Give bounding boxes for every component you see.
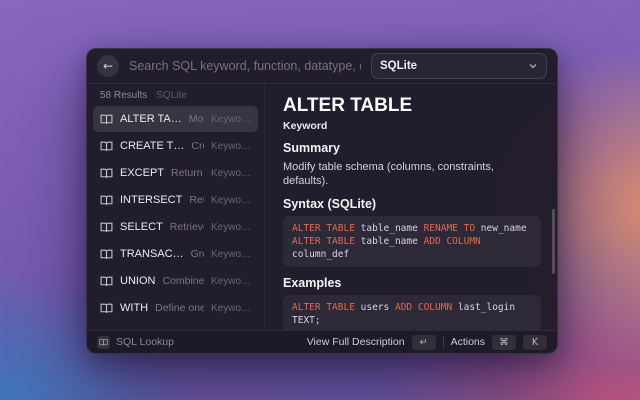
result-title: SELECT — [120, 221, 163, 233]
dialect-select[interactable]: SQLite — [371, 53, 547, 79]
result-title: CREATE T… — [120, 140, 184, 152]
result-title: TRANSAC… — [120, 248, 184, 260]
back-button[interactable]: ← — [97, 55, 119, 77]
result-title: EXCEPT — [120, 167, 164, 179]
list-item[interactable]: CREATE T… Create a… Keywo… — [93, 133, 258, 159]
list-item[interactable]: UNION Combine resul… Keywo… — [93, 268, 258, 294]
detail-kind-badge: Keyword — [283, 120, 541, 132]
book-open-icon — [100, 275, 113, 288]
book-open-icon — [100, 113, 113, 126]
book-open-icon — [100, 248, 113, 261]
result-subtitle: Combine resul… — [162, 275, 204, 287]
window-body: 58 Results SQLite ALTER TA… Modify ta… K… — [87, 84, 557, 330]
detail-pane[interactable]: ALTER TABLE Keyword Summary Modify table … — [265, 84, 557, 330]
app-name: SQL Lookup — [116, 336, 174, 348]
dialect-value: SQLite — [380, 60, 417, 72]
result-subtitle: Modify ta… — [189, 113, 204, 125]
view-full-description-action[interactable]: View Full Description — [307, 336, 405, 348]
command-key-icon: ⌘ — [492, 335, 516, 350]
results-scope: SQLite — [156, 90, 187, 101]
section-heading: Syntax (SQLite) — [283, 197, 541, 212]
detail-section: Examples ALTER TABLE users ADD COLUMN las… — [283, 276, 541, 330]
detail-title: ALTER TABLE — [283, 95, 541, 117]
result-subtitle: Return ro… — [189, 194, 204, 206]
search-input[interactable] — [127, 58, 363, 74]
list-item[interactable]: EXCEPT Return rows f… Keywo… — [93, 160, 258, 186]
book-open-icon — [100, 221, 113, 234]
result-kind: Keywo… — [211, 276, 251, 287]
book-open-icon — [100, 167, 113, 180]
result-kind: Keywo… — [211, 303, 251, 314]
desktop-background: ← SQLite 58 Results SQLite — [0, 0, 640, 400]
arrow-left-icon: ← — [103, 55, 113, 77]
code-block: ALTER TABLE users ADD COLUMN last_login … — [283, 295, 541, 330]
result-title: WITH — [120, 302, 148, 314]
result-title: INTERSECT — [120, 194, 182, 206]
actions-menu-action[interactable]: Actions — [451, 336, 485, 348]
result-subtitle: Return rows f… — [171, 167, 204, 179]
code-block: ALTER TABLE table_name RENAME TO new_nam… — [283, 216, 541, 267]
result-kind: Keywo… — [211, 141, 251, 152]
result-title: ALTER TA… — [120, 113, 182, 125]
results-header: 58 Results SQLite — [87, 90, 264, 101]
detail-sections: Summary Modify table schema (columns, con… — [283, 141, 541, 330]
footer-divider — [443, 336, 444, 348]
result-kind: Keywo… — [211, 195, 251, 206]
return-key-icon: ↵ — [412, 335, 436, 350]
detail-section: Summary Modify table schema (columns, con… — [283, 141, 541, 188]
detail-section: Syntax (SQLite) ALTER TABLE table_name RE… — [283, 197, 541, 267]
result-kind: Keywo… — [211, 249, 251, 260]
detail-scrollbar-thumb[interactable] — [552, 209, 555, 274]
book-open-icon — [100, 140, 113, 153]
app-icon — [97, 336, 110, 349]
result-subtitle: Group st… — [191, 248, 204, 260]
result-subtitle: Create a… — [191, 140, 204, 152]
book-open-icon — [100, 194, 113, 207]
chevron-down-icon — [528, 61, 538, 71]
result-subtitle: Define one or m… — [155, 302, 204, 314]
list-item[interactable]: ALTER TA… Modify ta… Keywo… — [93, 106, 258, 132]
list-item[interactable]: WITH Define one or m… Keywo… — [93, 295, 258, 321]
sql-lookup-window: ← SQLite 58 Results SQLite — [86, 48, 558, 354]
list-item[interactable]: WITH REC… Build rec… Keywo… — [93, 322, 258, 330]
result-kind: Keywo… — [211, 222, 251, 233]
section-heading: Summary — [283, 141, 541, 156]
results-sidebar: 58 Results SQLite ALTER TA… Modify ta… K… — [87, 84, 265, 330]
search-header: ← SQLite — [87, 49, 557, 84]
results-count: 58 Results — [100, 90, 147, 101]
book-open-icon — [100, 302, 113, 315]
footer-bar: SQL Lookup View Full Description ↵ Actio… — [87, 330, 557, 353]
list-item[interactable]: INTERSECT Return ro… Keywo… — [93, 187, 258, 213]
results-list[interactable]: ALTER TA… Modify ta… Keywo… CREATE T… Cr… — [87, 106, 264, 330]
k-key-icon: K — [523, 335, 547, 350]
result-subtitle: Retrieve colu… — [170, 221, 204, 233]
list-item[interactable]: TRANSAC… Group st… Keywo… — [93, 241, 258, 267]
result-kind: Keywo… — [211, 168, 251, 179]
section-heading: Examples — [283, 276, 541, 291]
result-title: UNION — [120, 275, 155, 287]
result-kind: Keywo… — [211, 114, 251, 125]
list-item[interactable]: SELECT Retrieve colu… Keywo… — [93, 214, 258, 240]
section-text: Modify table schema (columns, constraint… — [283, 160, 541, 188]
